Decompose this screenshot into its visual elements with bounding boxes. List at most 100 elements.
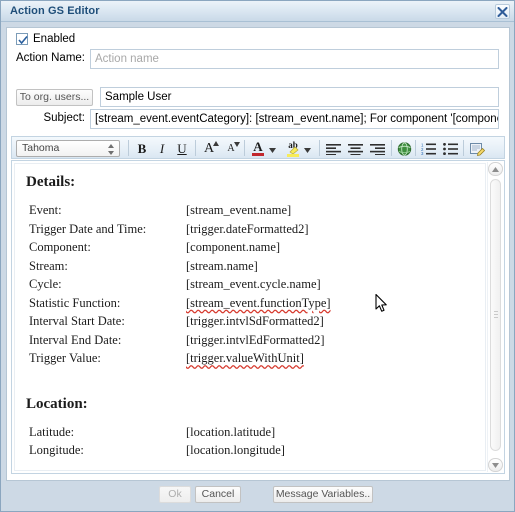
location-value: [location.longitude] — [186, 443, 285, 457]
checkmark-icon — [18, 35, 28, 45]
recipients-input[interactable]: Sample User — [100, 87, 499, 107]
toolbar-separator — [415, 140, 416, 156]
toolbar-separator — [244, 140, 245, 156]
close-x-icon — [497, 7, 508, 17]
enabled-row: Enabled — [16, 33, 75, 45]
detail-value: [trigger.valueWithUnit] — [186, 351, 304, 365]
chevron-down-icon — [269, 148, 276, 153]
underline-button[interactable]: U — [173, 140, 191, 157]
align-center-button[interactable] — [346, 140, 364, 157]
to-org-users-button[interactable]: To org. users... — [16, 89, 93, 106]
detail-key: Stream: — [29, 258, 68, 273]
location-key: Longitude: — [29, 443, 84, 457]
arrow-down-icon — [492, 463, 499, 468]
font-color-swatch — [252, 153, 264, 156]
scrollbar-grip-icon — [494, 311, 498, 319]
detail-row: Stream: [stream.name] — [26, 259, 485, 278]
detail-value: [trigger.intvlEdFormatted2] — [186, 332, 325, 347]
editor-document[interactable]: Details: Event: [stream_event.name] Trig… — [14, 163, 486, 471]
location-value: [location.latitude] — [186, 424, 276, 439]
arrow-down-icon — [234, 142, 240, 147]
toolbar-separator — [319, 140, 320, 156]
toolbar-separator — [128, 140, 129, 156]
detail-key: Cycle: — [29, 277, 62, 291]
source-edit-button[interactable] — [468, 140, 486, 157]
location-key: Latitude: — [29, 424, 75, 439]
detail-value: [stream_event.name] — [186, 203, 292, 217]
cancel-button[interactable]: Cancel — [195, 486, 241, 503]
details-heading: Details: — [26, 174, 76, 190]
dialog-body: Enabled Action Name: Action name To org.… — [6, 27, 510, 481]
font-color-button[interactable]: A — [249, 140, 267, 157]
scrollbar-thumb[interactable] — [490, 179, 501, 451]
bulleted-list-button[interactable] — [441, 140, 459, 157]
numbered-list-icon: 123 — [421, 142, 436, 156]
toolbar-separator — [195, 140, 196, 156]
location-rows: Latitude: [location.latitude] Longitude:… — [26, 425, 485, 462]
close-button[interactable] — [495, 4, 510, 19]
arrow-up-icon — [213, 141, 219, 146]
highlight-color-dropdown[interactable] — [303, 140, 312, 157]
detail-row: Component: [component.name] — [26, 240, 485, 259]
detail-value: [stream_event.cycle.name] — [186, 277, 321, 291]
dialog-titlebar: Action GS Editor — [1, 1, 514, 22]
detail-row: Statistic Function: [stream_event.functi… — [26, 296, 485, 315]
action-name-label: Action Name: — [15, 52, 85, 64]
editor-toolbar: Tahoma B I U A A A ab 1 2 3 — [11, 136, 505, 159]
location-row: Latitude: [location.latitude] — [26, 425, 485, 444]
arrow-up-icon — [492, 167, 499, 172]
details-rows: Event: [stream_event.name] Trigger Date … — [26, 203, 485, 370]
svg-text:3: 3 — [421, 151, 424, 155]
bold-button[interactable]: B — [133, 140, 151, 157]
numbered-list-button[interactable]: 123 — [419, 140, 437, 157]
align-right-button[interactable] — [368, 140, 386, 157]
font-family-value: Tahoma — [22, 142, 60, 154]
highlight-color-button[interactable]: ab — [284, 140, 302, 157]
scroll-up-button[interactable] — [488, 162, 503, 176]
enabled-checkbox[interactable] — [16, 33, 28, 45]
ok-button[interactable]: Ok — [159, 486, 191, 503]
bulleted-list-icon — [442, 142, 458, 156]
detail-row: Trigger Value: [trigger.valueWithUnit] — [26, 351, 485, 370]
location-heading: Location: — [26, 395, 88, 412]
message-variables-button[interactable]: Message Variables.. — [273, 486, 373, 503]
detail-row: Trigger Date and Time: [trigger.dateForm… — [26, 222, 485, 241]
subject-label: Subject: — [43, 112, 85, 124]
enabled-label: Enabled — [33, 33, 76, 45]
detail-row: Event: [stream_event.name] — [26, 203, 485, 222]
detail-row: Cycle: [stream_event.cycle.name] — [26, 277, 485, 296]
detail-key: Component: — [29, 240, 91, 254]
detail-value: [stream_event.functionType] — [186, 295, 331, 310]
action-name-input[interactable]: Action name — [90, 49, 499, 69]
rich-text-editor[interactable]: Details: Event: [stream_event.name] Trig… — [11, 160, 505, 474]
font-family-select[interactable]: Tahoma — [16, 140, 120, 157]
detail-key: Trigger Value: — [29, 351, 101, 365]
editor-vertical-scrollbar[interactable] — [487, 162, 503, 472]
detail-row: Interval End Date: [trigger.intvlEdForma… — [26, 333, 485, 352]
align-center-icon — [347, 144, 363, 156]
italic-button[interactable]: I — [153, 140, 171, 157]
dialog-title: Action GS Editor — [10, 5, 100, 17]
edit-source-icon — [469, 143, 485, 157]
detail-value: [trigger.dateFormatted2] — [186, 221, 309, 236]
detail-value: [component.name] — [186, 240, 281, 254]
detail-key: Trigger Date and Time: — [29, 221, 147, 236]
chevron-down-icon — [304, 148, 311, 153]
detail-key: Statistic Function: — [29, 295, 121, 310]
decrease-font-size-button[interactable]: A — [222, 140, 240, 157]
detail-value: [stream.name] — [186, 258, 258, 273]
insert-link-button[interactable] — [395, 140, 413, 157]
detail-value: [trigger.intvlSdFormatted2] — [186, 314, 324, 328]
increase-font-size-button[interactable]: A — [200, 140, 219, 157]
subject-input[interactable]: [stream_event.eventCategory]: [stream_ev… — [90, 109, 499, 129]
detail-key: Event: — [29, 203, 62, 217]
font-color-dropdown[interactable] — [268, 140, 277, 157]
spinner-arrows-icon — [108, 144, 114, 155]
location-row: Longitude: [location.longitude] — [26, 443, 485, 462]
scroll-down-button[interactable] — [488, 458, 503, 472]
align-left-button[interactable] — [324, 140, 342, 157]
highlight-color-swatch — [287, 154, 299, 157]
detail-row: Interval Start Date: [trigger.intvlSdFor… — [26, 314, 485, 333]
action-gs-editor-dialog: Action GS Editor Enabled Action Name: Ac… — [0, 0, 515, 512]
toolbar-separator — [463, 140, 464, 156]
